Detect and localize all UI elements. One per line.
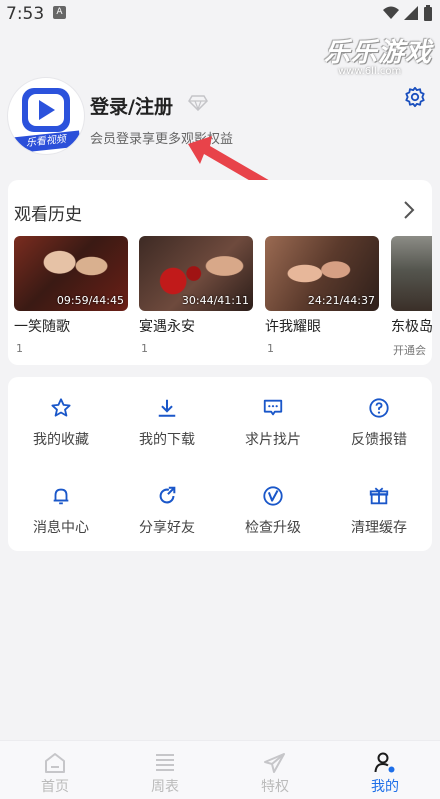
status-icons [383, 5, 432, 21]
gift-box-icon [369, 487, 389, 505]
login-register-link[interactable]: 登录/注册 [90, 92, 173, 119]
tab-label: 首页 [41, 779, 69, 795]
notification-badge: A [53, 6, 66, 19]
history-thumbnail: 24:21/44:37 [265, 236, 379, 311]
watch-history-card: 观看历史 09:59/44:45 一笑随歌 1 30:44/41:11 宴遇永安… [8, 180, 432, 365]
history-progress: 30:44/41:11 [181, 294, 249, 307]
message-icon [263, 399, 283, 416]
share-icon [159, 486, 176, 504]
menu-check-update[interactable]: 检查升级 [220, 485, 326, 545]
history-thumbnail [391, 236, 432, 311]
menu-label: 我的收藏 [33, 432, 89, 448]
history-item-episode: 1 [141, 342, 148, 355]
history-item-episode: 开通会 [393, 344, 426, 357]
menu-favorites[interactable]: 我的收藏 [8, 397, 114, 457]
history-item-title: 东极岛 [391, 319, 432, 335]
history-item-episode: 1 [16, 342, 23, 355]
menu-clear-cache[interactable]: 清理缓存 [326, 485, 432, 545]
paper-plane-icon [264, 753, 285, 773]
tab-label: 周表 [151, 779, 179, 795]
download-icon [158, 399, 176, 417]
watermark-url: www.6ll.com [338, 66, 402, 77]
history-item-title: 宴遇永安 [139, 319, 195, 335]
history-thumbnail: 30:44/41:11 [139, 236, 253, 311]
gear-icon[interactable] [404, 86, 426, 108]
menu-label: 反馈报错 [351, 432, 407, 448]
history-progress: 09:59/44:45 [56, 294, 124, 307]
history-progress: 24:21/44:37 [307, 294, 375, 307]
history-item-title: 一笑随歌 [14, 319, 70, 335]
watermark-title: 乐乐游戏 [324, 38, 433, 68]
menu-messages[interactable]: 消息中心 [8, 485, 114, 545]
tab-mine[interactable]: 我的 [330, 741, 440, 799]
tab-label: 我的 [371, 779, 399, 795]
menu-label: 消息中心 [33, 520, 89, 536]
history-thumbnail: 09:59/44:45 [14, 236, 128, 311]
diamond-icon [188, 95, 208, 111]
question-icon [369, 398, 389, 418]
menu-label: 求片找片 [245, 432, 301, 448]
history-item-episode: 1 [267, 342, 274, 355]
bell-icon [53, 488, 69, 505]
menu-label: 检查升级 [245, 520, 301, 536]
status-bar: 7:53 A [0, 0, 440, 28]
menu-label: 清理缓存 [351, 520, 407, 536]
menu-share[interactable]: 分享好友 [114, 485, 220, 545]
list-icon [156, 754, 174, 771]
profile-icon [374, 752, 395, 773]
avatar[interactable]: 乐看视频 [8, 78, 84, 154]
tab-weekly[interactable]: 周表 [110, 741, 220, 799]
tab-label: 特权 [261, 779, 289, 795]
menu-feedback[interactable]: 反馈报错 [326, 397, 432, 457]
history-item-title: 许我耀眼 [265, 319, 321, 335]
menu-downloads[interactable]: 我的下载 [114, 397, 220, 457]
chevron-right-icon[interactable] [402, 200, 416, 220]
home-icon [45, 753, 65, 773]
history-title: 观看历史 [14, 205, 82, 225]
upgrade-icon [263, 486, 283, 506]
watermark: 乐乐游戏 www.6ll.com [320, 32, 438, 82]
menu-label: 分享好友 [139, 520, 195, 536]
bottom-tab-bar: 首页 周表 特权 我的 [0, 740, 440, 799]
function-menu-card: 我的收藏 我的下载 求片找片 反馈报错 消息中心 分享好友 检查升级 清理缓存 [8, 377, 432, 551]
star-icon [51, 398, 71, 417]
menu-label: 我的下载 [139, 432, 195, 448]
tab-home[interactable]: 首页 [0, 741, 110, 799]
status-time: 7:53 [6, 4, 45, 24]
menu-request-movie[interactable]: 求片找片 [220, 397, 326, 457]
tab-privileges[interactable]: 特权 [220, 741, 330, 799]
